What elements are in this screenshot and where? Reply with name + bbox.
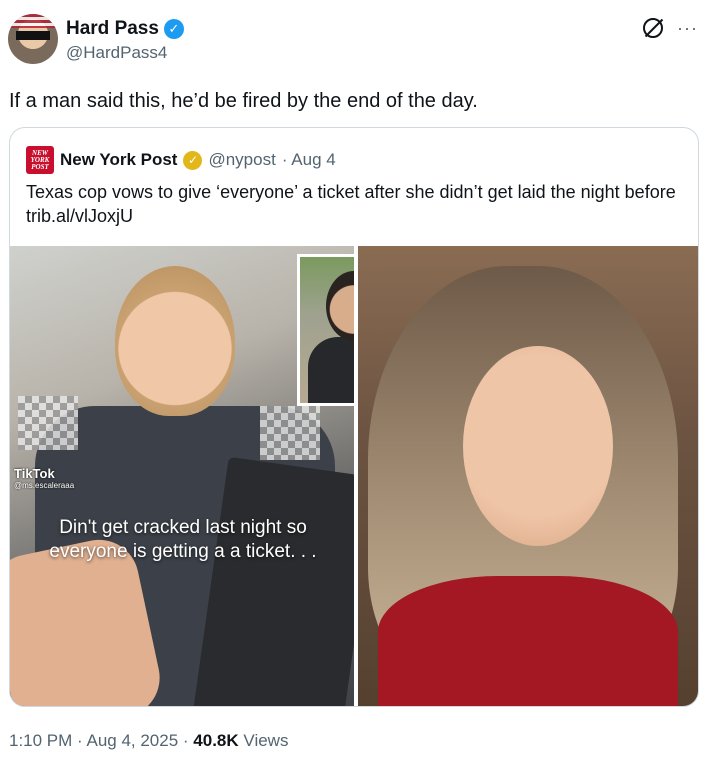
tweet-text: If a man said this, he’d be fired by the… <box>9 90 478 112</box>
inset-head <box>326 271 354 341</box>
pixelated-blur <box>260 406 320 460</box>
quoted-tweet[interactable]: NEW YORK POST New York Post ✓ @nypost · Au… <box>9 127 699 707</box>
inset-photo <box>297 254 354 406</box>
quote-author-handle[interactable]: @nypost <box>208 150 275 170</box>
quote-image-right[interactable] <box>358 246 698 706</box>
quote-author-name[interactable]: New York Post <box>60 150 177 170</box>
woman-face <box>463 346 613 546</box>
quote-date: · Aug 4 <box>281 150 336 169</box>
quote-image-left[interactable]: TikTok @ms.escaleraaa Din't get cracked … <box>10 246 354 706</box>
tweet-meta: 1:10 PM · Aug 4, 2025 · 40.8K Views <box>9 731 288 751</box>
gold-verified-icon: ✓ <box>183 150 203 170</box>
video-caption: Din't get cracked last night so everyone… <box>49 517 317 562</box>
avatar-flag <box>8 14 58 28</box>
pixelated-blur <box>18 396 78 450</box>
tweet-timestamp[interactable]: 1:10 PM · Aug 4, 2025 · <box>9 731 189 750</box>
author-name[interactable]: Hard Pass <box>66 18 159 40</box>
tiktok-label: TikTok <box>14 466 55 481</box>
avatar[interactable] <box>8 14 58 64</box>
author-name-row[interactable]: Hard Pass ✓ <box>66 18 184 40</box>
tiktok-user: @ms.escaleraaa <box>14 481 75 490</box>
top-actions: ··· <box>643 18 698 38</box>
views-label: Views <box>243 731 289 750</box>
quote-header: NEW YORK POST New York Post ✓ @nypost · Au… <box>26 146 336 174</box>
views-count: 40.8K <box>193 731 239 750</box>
officer-head <box>115 266 235 416</box>
tiktok-watermark: TikTok @ms.escaleraaa <box>14 466 74 490</box>
nypost-logo[interactable]: NEW YORK POST <box>26 146 54 174</box>
inset-vest <box>308 337 354 403</box>
more-icon[interactable]: ··· <box>677 19 698 37</box>
author-handle[interactable]: @HardPass4 <box>66 43 167 63</box>
avatar-censor-bar <box>16 31 50 40</box>
red-dress <box>378 576 678 706</box>
verified-badge-icon: ✓ <box>163 19 184 39</box>
quote-text: Texas cop vows to give ‘everyone’ a tick… <box>26 182 676 226</box>
grok-icon[interactable] <box>643 18 664 38</box>
